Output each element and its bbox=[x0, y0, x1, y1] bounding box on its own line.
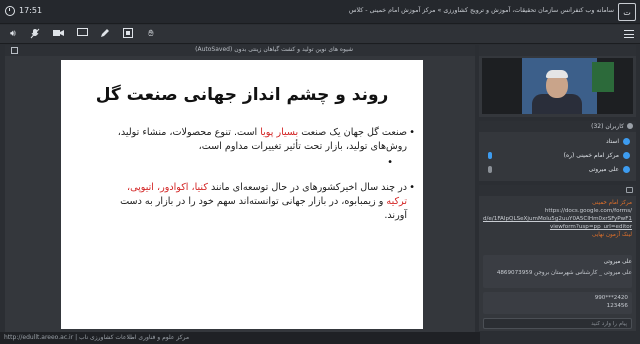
users-panel-header: کاربران (32) bbox=[479, 121, 636, 132]
chat-body: 123456 bbox=[606, 303, 628, 309]
poll-icon[interactable] bbox=[121, 28, 135, 41]
users-panel: کاربران (32) استاد مرکز امام خمینی (ره) … bbox=[479, 121, 636, 181]
user-row[interactable]: مرکز امام خمینی (ره) bbox=[482, 150, 633, 161]
chat-panel-header bbox=[479, 185, 636, 196]
slide-paragraph-2: در چند سال اخیرکشورهای در حال توسعه‌ای م… bbox=[120, 182, 407, 221]
hand-icon[interactable]: ✋︎ bbox=[144, 28, 158, 41]
status-link-text[interactable]: http://edullt.areeo.ac.ir | مرکز علوم و … bbox=[4, 334, 189, 341]
presentation-area: شیوه های نوین تولید و کشت گیاهان زینتی ب… bbox=[5, 45, 475, 332]
status-link-bar: http://edullt.areeo.ac.ir | مرکز علوم و … bbox=[0, 332, 480, 344]
bullet: • bbox=[409, 127, 415, 138]
user-name: مرکز امام خمینی (ره) bbox=[563, 152, 619, 159]
presentation-header: شیوه های نوین تولید و کشت گیاهان زینتی ب… bbox=[5, 45, 475, 56]
camera-icon[interactable] bbox=[51, 28, 65, 41]
app-logo: ت bbox=[618, 3, 636, 21]
chat-input-box bbox=[483, 318, 632, 329]
slide-title: روند و چشم انداز جهانی صنعت گل bbox=[95, 85, 389, 105]
slide-paragraph-1: صنعت گل جهان یک صنعت بسیار پویا است. تنو… bbox=[117, 127, 407, 152]
menu-icon[interactable] bbox=[624, 30, 634, 38]
slide: روند و چشم انداز جهانی صنعت گل • صنعت گل… bbox=[61, 60, 423, 329]
bullet: • bbox=[409, 182, 415, 193]
users-icon bbox=[627, 123, 633, 129]
chat-body: علی میروتی _ کارشناس شهرستان بروجن 48690… bbox=[496, 270, 632, 276]
webcam-panel-header bbox=[479, 45, 636, 56]
webcam-video[interactable] bbox=[482, 58, 633, 114]
user-avatar-icon bbox=[623, 138, 630, 145]
users-count: کاربران (32) bbox=[591, 122, 624, 130]
chat-author: علی میروتی bbox=[603, 259, 632, 265]
chat-message: علی میروتی علی میروتی _ کارشناس شهرستان … bbox=[483, 258, 632, 277]
webcam-panel bbox=[479, 45, 636, 117]
user-avatar-icon bbox=[623, 166, 630, 173]
bullet: • bbox=[387, 157, 393, 168]
clock-icon bbox=[5, 6, 15, 16]
chat-tag: لینک آزمون نهایی bbox=[592, 232, 632, 238]
chat-input[interactable] bbox=[484, 319, 631, 328]
toolbar: 🔊︎ ✋︎ bbox=[0, 25, 640, 44]
chat-message: مرکز امام خمینی https://docs.google.com/… bbox=[483, 199, 632, 239]
user-row[interactable]: علی میروتی bbox=[482, 164, 633, 175]
screen-share-icon[interactable] bbox=[75, 28, 89, 41]
chat-link[interactable]: viewform?usp=pp_url=editor bbox=[483, 223, 632, 231]
chat-body: 990***2420 bbox=[594, 295, 628, 301]
chat-bubble: 990***2420 123456 bbox=[483, 292, 632, 314]
chat-panel: مرکز امام خمینی https://docs.google.com/… bbox=[479, 185, 636, 331]
speaker-icon[interactable]: 🔊︎ bbox=[6, 28, 20, 41]
user-avatar-icon bbox=[623, 152, 630, 159]
chat-author: مرکز امام خمینی bbox=[592, 200, 632, 206]
chat-bubble: علی میروتی علی میروتی _ کارشناس شهرستان … bbox=[483, 255, 632, 288]
window-title: سامانه وب کنفرانس سازمان تحقیقات، آموزش … bbox=[348, 7, 614, 14]
chat-icon bbox=[626, 187, 633, 193]
user-name: استاد bbox=[605, 138, 619, 145]
user-name: علی میروتی bbox=[588, 166, 619, 173]
mic-off-icon bbox=[488, 166, 492, 173]
mic-icon bbox=[488, 152, 492, 159]
title-bar: 17:51 سامانه وب کنفرانس سازمان تحقیقات، … bbox=[0, 0, 640, 24]
fullscreen-icon[interactable] bbox=[11, 47, 18, 54]
chat-link[interactable]: https://docs.google.com/forms/ bbox=[483, 207, 632, 215]
presentation-title: شیوه های نوین تولید و کشت گیاهان زینتی ب… bbox=[195, 46, 353, 53]
mic-off-icon[interactable] bbox=[28, 28, 42, 41]
pencil-icon[interactable] bbox=[98, 28, 112, 41]
user-row[interactable]: استاد bbox=[482, 136, 633, 147]
chat-message: 990***2420 123456 bbox=[483, 294, 632, 310]
session-time: 17:51 bbox=[19, 6, 43, 15]
chat-link[interactable]: d/e/1FAIpQLSeXjumMolu5g2uuY0A5ClHm0xrSFy… bbox=[483, 215, 632, 223]
